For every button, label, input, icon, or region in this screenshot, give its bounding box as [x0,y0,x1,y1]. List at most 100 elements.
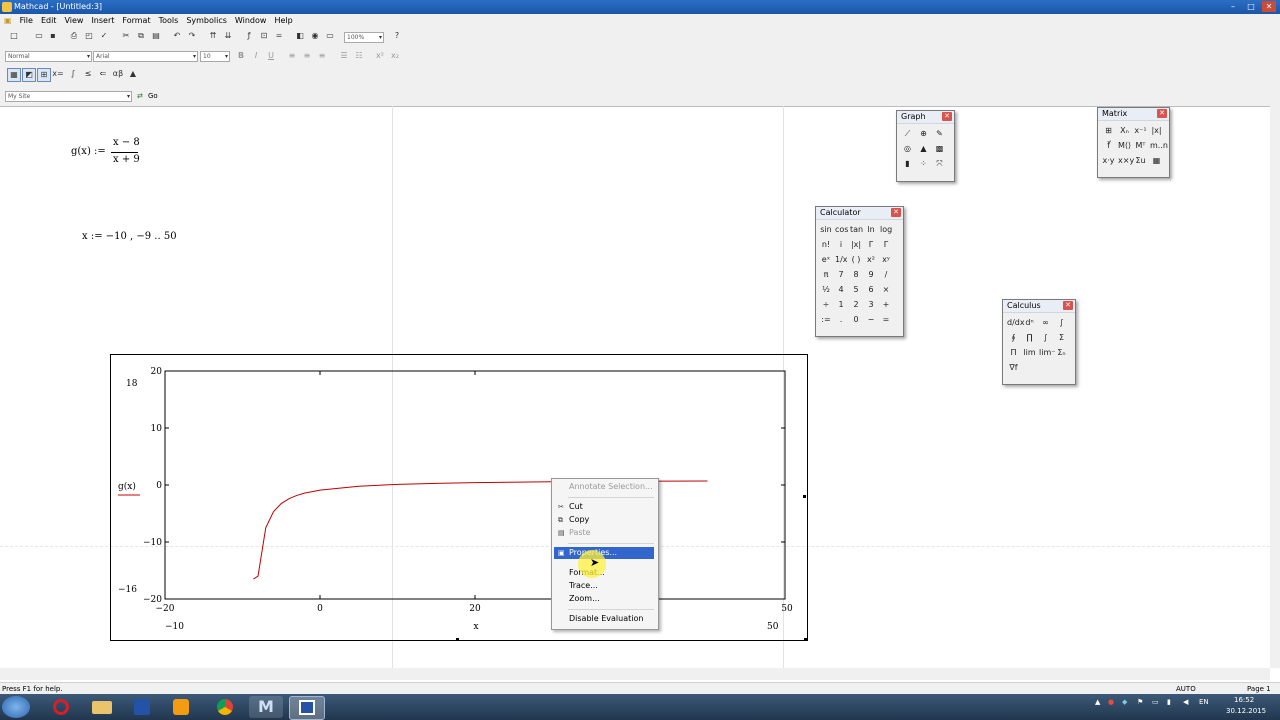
function-definition-lhs[interactable]: g(x) := [71,146,106,157]
transpose-icon[interactable]: Mᵀ [1134,139,1147,152]
calculator-key[interactable]: = [880,313,892,326]
trace-plot-icon[interactable]: ✎ [933,127,946,140]
calculator-key[interactable]: n! [820,238,832,251]
calculator-key[interactable]: ( ) [850,253,862,266]
explorer-icon[interactable] [85,696,119,718]
matrix-icon[interactable]: ⊞ [1102,124,1115,137]
function-denominator[interactable]: x + 9 [113,154,140,165]
calculus-palette[interactable]: Calculus ✕ d/dx dⁿ ∞ ∫ ∮ ∏ ∫ Σ Πlim lim⁻ Σₙ ∇f [1002,299,1076,385]
tray-network-icon[interactable]: ◆ [1122,698,1127,706]
matrix-toolbar-icon[interactable]: ⊞ [37,68,51,82]
range-sum-icon[interactable]: Σₙ [1055,346,1068,359]
active-window-icon[interactable] [289,696,325,720]
calculator-palette[interactable]: Calculator ✕ sin cos tan ln log n! i |x| Γ Γeˣ 1/x(… [815,206,904,337]
scatter-plot-icon[interactable]: ⁘ [917,157,930,170]
bullets-icon[interactable]: ☰ [338,50,350,62]
menu-item-copy[interactable]: ⧉ Copy [554,514,654,526]
vertical-scrollbar[interactable] [1270,106,1280,668]
bold-button[interactable]: B [235,50,247,62]
tray-signal-icon[interactable]: ▮ [1167,698,1171,706]
font-size-select[interactable]: 10 ▾ [200,51,230,62]
calculator-key[interactable]: cos [835,223,848,236]
product-icon[interactable]: ∏ [1023,331,1036,344]
calculator-key[interactable]: × [880,283,892,296]
programming-toolbar-icon[interactable]: ⇐ [97,68,109,80]
calculator-key[interactable]: tan [850,223,863,236]
calculator-key[interactable]: − [865,313,877,326]
cut-icon[interactable]: ✂ [120,30,132,42]
menu-insert[interactable]: Insert [87,14,118,28]
calculator-key[interactable]: 2 [850,298,862,311]
calculator-key[interactable]: 8 [850,268,862,281]
menu-symbolics[interactable]: Symbolics [182,14,231,28]
limit-icon[interactable]: lim [1023,346,1036,359]
maximize-button[interactable]: □ [1244,1,1258,12]
calculator-key[interactable]: Γ [865,238,877,251]
start-button[interactable] [2,696,30,718]
media-player-icon[interactable] [164,696,198,718]
align-top-icon[interactable]: ⇈ [207,30,219,42]
undo-icon[interactable]: ↶ [171,30,183,42]
laplace-icon[interactable]: ∇f [1007,361,1020,374]
inverse-icon[interactable]: x⁻¹ [1134,124,1147,137]
menu-item-disable-evaluation[interactable]: Disable Evaluation [554,613,654,625]
copy-icon[interactable]: ⧉ [135,30,147,42]
redo-icon[interactable]: ↷ [186,30,198,42]
menu-item-annotate-selection[interactable]: Annotate Selection... [554,481,654,493]
calculator-key[interactable]: i [835,238,847,251]
tray-arrow-icon[interactable]: ▲ [1095,698,1100,706]
tray-monitor-icon[interactable]: ▭ [1152,698,1159,706]
xy-plot-icon[interactable]: ⟋ [901,127,914,140]
calculator-key[interactable]: sin [820,223,832,236]
open-icon[interactable]: ▭ [33,30,45,42]
close-icon[interactable]: ✕ [942,112,952,121]
calculator-key[interactable]: 6 [865,283,877,296]
print-preview-icon[interactable]: ◰ [83,30,95,42]
summation-icon[interactable]: Σ [1055,331,1068,344]
subscript-icon[interactable]: Xₙ [1118,124,1131,137]
calculator-key[interactable]: 5 [850,283,862,296]
component-icon[interactable]: ◧ [294,30,306,42]
greek-toolbar-icon[interactable]: αβ [112,68,124,80]
calculator-key[interactable]: x² [865,253,877,266]
go-arrow-icon[interactable]: ⇄ [137,91,143,102]
determinant-icon[interactable]: |x| [1150,124,1163,137]
superscript-icon[interactable]: x² [374,50,386,62]
calculator-key[interactable]: |x| [850,238,862,251]
insert-unit-icon[interactable]: ⊡ [258,30,270,42]
paste-icon[interactable]: ▤ [150,30,162,42]
calculator-key[interactable]: 4 [835,283,847,296]
chrome-icon[interactable] [208,696,242,718]
tray-flag-icon[interactable]: ⚑ [1137,698,1143,706]
menu-help[interactable]: Help [270,14,296,28]
subscript-icon[interactable]: x₂ [389,50,401,62]
left-limit-icon[interactable]: lim⁻ [1039,346,1055,359]
infinity-icon[interactable]: ∞ [1039,316,1052,329]
integral-icon[interactable]: ∮ [1007,331,1020,344]
column-icon[interactable]: M⟨⟩ [1118,139,1131,152]
close-icon[interactable]: ✕ [1063,301,1073,310]
calculator-toolbar-icon[interactable]: ▦ [7,68,21,82]
calculate-icon[interactable]: = [273,30,285,42]
contour-plot-icon[interactable]: ▩ [933,142,946,155]
horizontal-scrollbar[interactable] [0,668,1270,680]
opera-icon[interactable] [44,696,78,718]
calculator-key[interactable]: 1 [835,298,847,311]
menu-view[interactable]: View [60,14,87,28]
range-icon[interactable]: m..n [1150,139,1168,152]
calculator-key[interactable]: 1/x [835,253,848,266]
print-icon[interactable]: ⎙ [68,30,80,42]
spell-check-icon[interactable]: ✓ [98,30,110,42]
tray-time[interactable]: 16:52 [1234,696,1254,704]
range-definition[interactable]: x := −10 , −9 .. 50 [82,231,177,242]
tray-volume-icon[interactable]: ◀ [1183,698,1188,706]
nth-derivative-icon[interactable]: dⁿ [1023,316,1036,329]
calculator-key[interactable]: 9 [865,268,877,281]
tray-language-icon[interactable]: EN [1199,698,1209,706]
tray-date[interactable]: 30.12.2015 [1226,707,1266,715]
resource-icon[interactable]: ◉ [309,30,321,42]
sum-icon[interactable]: Σu [1134,154,1147,167]
derivative-icon[interactable]: d/dx [1007,316,1025,329]
surface-plot-icon[interactable]: ▲ [917,142,930,155]
bar-plot-icon[interactable]: ▮ [901,157,914,170]
